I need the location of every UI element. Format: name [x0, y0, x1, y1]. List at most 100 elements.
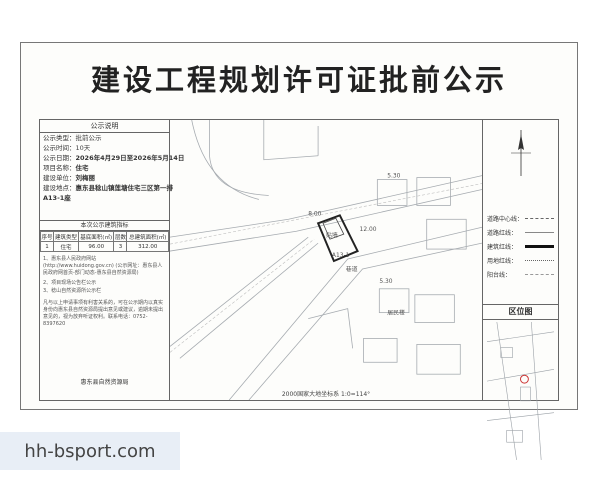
- plot-label: A13-1: [332, 252, 350, 259]
- scale-label: 2000国家大地坐标系 1:0=114°: [281, 391, 371, 398]
- table-header-cell: 建筑类型: [53, 231, 79, 242]
- location-map: [487, 322, 554, 460]
- road-centerline-2: [169, 238, 315, 353]
- watermark: hh-bsport.com: [0, 432, 180, 470]
- legend-item-label: 用地红线：: [487, 257, 518, 265]
- notice-info-row: 建设地点：惠东县稔山镇莲塘住宅三区第一排: [40, 183, 173, 193]
- site-plan-map: 5.30 A13-1 贴墙 8.00 12.00 巷道 居民楼 5.30 200…: [169, 119, 483, 401]
- legend-line-swatch: [525, 231, 554, 233]
- lot-1: [376, 179, 408, 206]
- legend-item: 阳台线：: [487, 268, 554, 280]
- site-plan-drawing: 5.30 A13-1 贴墙 8.00 12.00 巷道 居民楼 5.30: [169, 119, 483, 401]
- legend-item: 道路红线：: [487, 226, 554, 238]
- info-value: A13-1座: [43, 194, 71, 202]
- legend-line-swatch: [525, 273, 554, 275]
- notice-info-row: 建设单位：刘梅丽: [40, 173, 169, 183]
- legend-panel: 道路中心线： 道路红线： 建筑红线： 用地红线： 阳台线： 区位图: [482, 120, 558, 460]
- notice-info-row: 公示时间：10天: [40, 143, 169, 153]
- road-diag-d: [248, 242, 483, 401]
- legend-line-swatch: [525, 217, 554, 219]
- building-label: 贴墙: [326, 231, 338, 239]
- info-value: 惠东县稔山镇莲塘住宅三区第一排: [75, 184, 174, 192]
- legend-item-label: 阳台线：: [487, 271, 512, 279]
- legend-item: 用地红线：: [487, 254, 554, 266]
- info-key: 公示日期：: [43, 154, 76, 162]
- lot-3: [426, 218, 467, 250]
- notice-info-row: 公示类型：批前公示: [40, 133, 169, 143]
- table-cell: 住宅: [53, 241, 79, 252]
- issuer-name: 惠东县自然资源局: [80, 379, 129, 386]
- lot-2: [416, 177, 451, 206]
- notice-info-row: 项目名称：住宅: [40, 163, 169, 173]
- permit-notice-sheet: 建设工程规划许可证批前公示 公示说明 公示类型：批前公示 公示时间：10天 公示日期…: [20, 42, 578, 460]
- legend-item: 道路中心线：: [487, 212, 554, 224]
- road-line-top: [263, 120, 319, 161]
- notice-heading: 公示说明: [40, 120, 169, 133]
- info-key: 公示类型：: [43, 134, 76, 142]
- indicator-table-title: 本次公示建筑指标: [40, 220, 169, 231]
- lot-7: [416, 344, 461, 375]
- neighbor-label: 居民楼: [387, 309, 405, 317]
- legend-item-label: 道路中心线：: [487, 215, 524, 223]
- legend-item-label: 道路红线：: [487, 229, 518, 237]
- info-value: 批前公示: [75, 134, 102, 142]
- notice-info-row: A13-1座: [40, 193, 169, 203]
- loc-road-5: [487, 412, 554, 421]
- legend-item: 建筑红线：: [487, 240, 554, 252]
- table-cell: 312.00: [126, 241, 169, 252]
- table-body: 1 住宅 96.00 3 312.00: [39, 241, 169, 252]
- table-row: 1 住宅 96.00 3 312.00: [39, 241, 169, 252]
- indicator-table-wrap: 本次公示建筑指标 序号 建筑类型 基底面积(㎡) 层数 总建筑面积(㎡) 1 住宅 96.0…: [39, 220, 169, 252]
- road-diag-a: [169, 236, 309, 347]
- table-header-row: 序号 建筑类型 基底面积(㎡) 层数 总建筑面积(㎡): [39, 231, 169, 242]
- info-value: 住宅: [75, 164, 89, 172]
- lane-line: [308, 308, 354, 349]
- project-location-marker: [519, 374, 529, 384]
- page-title: 建设工程规划许可证批前公示: [90, 63, 507, 97]
- road-edge-curve: [191, 119, 259, 200]
- notice-para-office: 3、稔山自然资源所公示栏: [43, 288, 102, 294]
- block-label: 5.30: [379, 278, 392, 285]
- lot-6: [363, 338, 398, 363]
- notice-para-objection: 凡与以上申请事项有利害关系的，可在公示期内以真实身份向惠东县自然资源局提出意见或…: [43, 300, 164, 327]
- table-cell: 96.00: [77, 241, 115, 252]
- table-header-cell: 基底面积(㎡): [77, 231, 115, 242]
- info-key: 公示时间：: [43, 144, 76, 152]
- legend-line-swatch: [525, 259, 554, 261]
- legend-item-label: 建筑红线：: [487, 243, 518, 251]
- lot-5: [414, 294, 455, 323]
- indicator-table: 序号 建筑类型 基底面积(㎡) 层数 总建筑面积(㎡) 1 住宅 96.00 3 312.00: [39, 231, 169, 252]
- info-value: 2026年4月29日至2026年5月14日: [75, 154, 185, 162]
- loc-block-3: [506, 430, 523, 443]
- notice-para-site: 2、项目现场公告栏公示: [43, 280, 97, 286]
- road-line-main: [169, 175, 483, 238]
- notice-panel: 公示说明 公示类型：批前公示 公示时间：10天 公示日期：2026年4月29日至20…: [39, 120, 184, 400]
- road-edge-curve-2: [209, 120, 269, 196]
- info-value: 刘梅丽: [75, 174, 96, 182]
- dim-label-1: 8.00: [308, 210, 321, 217]
- loc-block-2: [520, 386, 531, 402]
- info-key: 建设地点：: [43, 184, 76, 192]
- table-header-cell: 层数: [113, 231, 128, 242]
- legend-line-swatch: [525, 244, 554, 248]
- table-cell: 3: [113, 241, 128, 252]
- north-arrow-icon: [511, 130, 531, 176]
- loc-block-1: [500, 347, 513, 358]
- table-cell: 1: [39, 241, 55, 252]
- table-header-cell: 总建筑面积(㎡): [126, 231, 169, 242]
- info-value: 10天: [75, 144, 91, 152]
- info-key: 建设单位：: [43, 174, 76, 182]
- loc-road-4: [531, 322, 542, 460]
- loc-road-1: [487, 331, 554, 342]
- notice-info-row: 公示日期：2026年4月29日至2026年5月14日: [40, 153, 184, 163]
- notice-para-website: 1、惠东县人民政府网站 (http://www.huidong.gov.cn) …: [43, 256, 163, 276]
- dim-label-2: 12.00: [360, 226, 377, 233]
- info-key: 项目名称：: [43, 164, 76, 172]
- location-map-heading: 区位图: [483, 304, 558, 320]
- notice-info: 公示类型：批前公示 公示时间：10天 公示日期：2026年4月29日至2026年5月…: [40, 133, 184, 203]
- road-diag-b: [179, 242, 319, 359]
- road-label-top: 5.30: [387, 173, 400, 180]
- table-header-cell: 序号: [39, 231, 55, 242]
- lane-label: 巷道: [346, 265, 358, 273]
- notice-content: 公示说明 公示类型：批前公示 公示时间：10天 公示日期：2026年4月29日至20…: [39, 119, 559, 460]
